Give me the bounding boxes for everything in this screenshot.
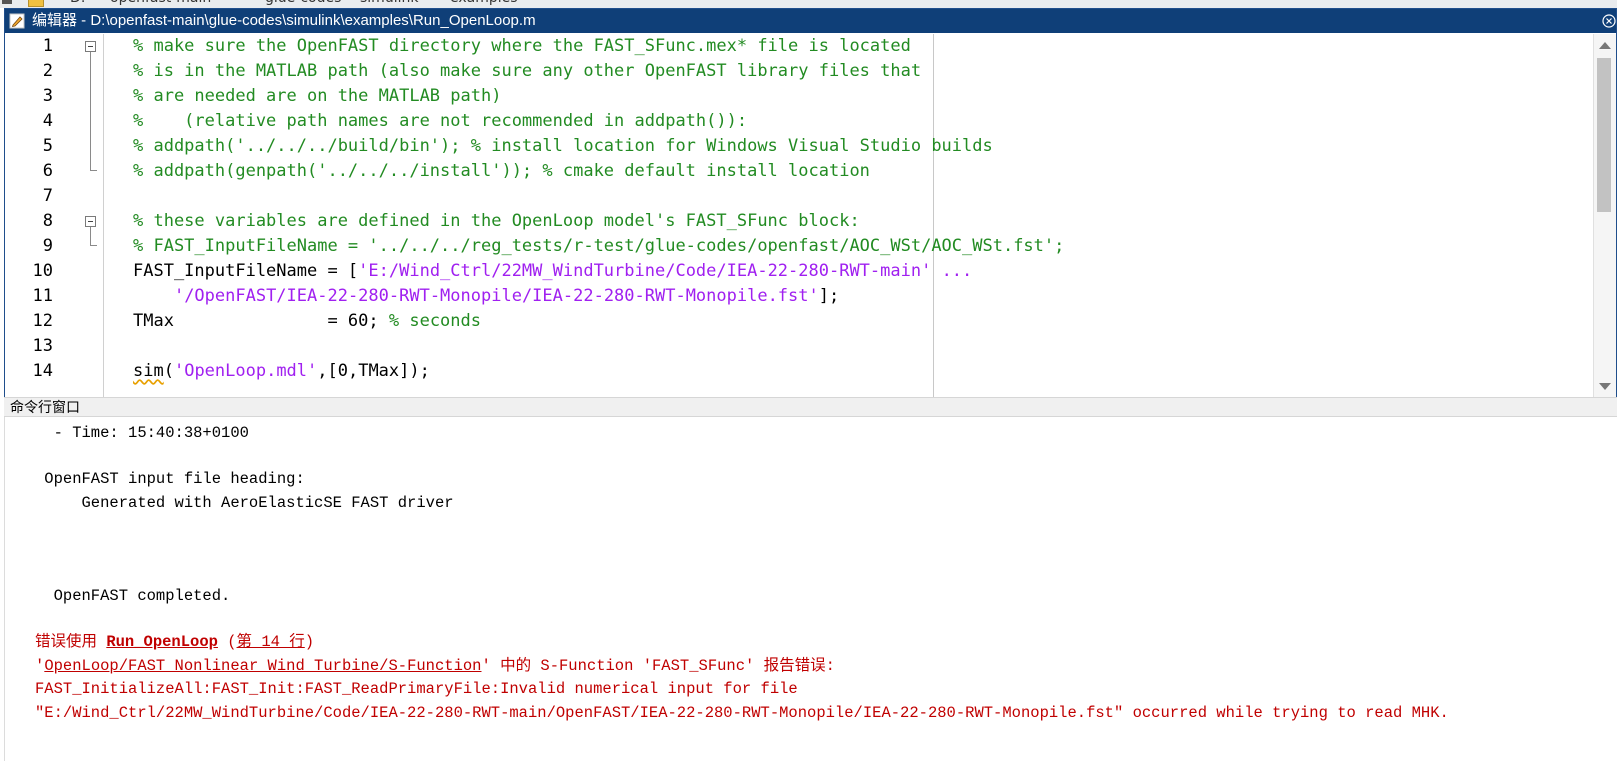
line-number: 12	[32, 311, 53, 331]
output-line: OpenFAST input file heading:	[35, 470, 305, 488]
code-line-14[interactable]: sim('OpenLoop.mdl',[0,TMax]);	[133, 359, 430, 384]
code-token: (	[163, 361, 174, 381]
close-icon[interactable]	[1602, 14, 1616, 28]
code-line-12[interactable]: TMax = 60; % seconds	[133, 309, 481, 334]
line-number: 2	[42, 61, 53, 81]
line-number: 4	[42, 111, 53, 131]
function-token: sim	[133, 361, 164, 381]
error-block-link[interactable]: OpenLoop/FAST Nonlinear Wind Turbine/S-F…	[44, 657, 481, 675]
line-number: 8	[42, 211, 53, 231]
error-line: 错误使用 Run_OpenLoop (第 14 行)	[35, 633, 314, 651]
fold-minus-icon[interactable]	[85, 41, 96, 52]
path-segment[interactable]: glue-codes	[265, 0, 341, 6]
folder-icon[interactable]	[28, 0, 44, 7]
error-line: FAST_InitializeAll:FAST_Init:FAST_ReadPr…	[35, 680, 798, 698]
code-line-3[interactable]: % are needed are on the MATLAB path)	[133, 84, 501, 109]
editor-pencil-icon	[9, 13, 25, 29]
error-line-link[interactable]: 第 14 行	[237, 633, 305, 651]
string-token: '/OpenFAST/IEA-22-280-RWT-Monopile/IEA-2…	[173, 286, 819, 306]
scroll-down-arrow-icon[interactable]	[1599, 383, 1611, 390]
code-token: ,[0,TMax]);	[317, 361, 430, 381]
code-area[interactable]: 1 2 3 4 5 6 7 8 9 10 11 12 13 14 % make …	[5, 34, 1594, 398]
code-token: FAST_InputFileName = [	[133, 261, 359, 281]
editor-vertical-scrollbar[interactable]	[1593, 34, 1616, 398]
string-token: 'OpenLoop.mdl'	[173, 361, 318, 381]
editor-title: 编辑器 - D:\openfast-main\glue-codes\simuli…	[32, 12, 536, 29]
line-number: 10	[32, 261, 53, 281]
command-window-header[interactable]: 命令行窗口	[4, 397, 1617, 417]
line-number: 11	[32, 286, 53, 306]
output-line: OpenFAST completed.	[35, 587, 231, 605]
code-line-5[interactable]: % addpath('../../../build/bin'); % insta…	[133, 134, 993, 159]
code-token: TMax = 60;	[133, 311, 389, 331]
code-line-10[interactable]: FAST_InputFileName = ['E:/Wind_Ctrl/22MW…	[133, 259, 972, 284]
path-segment[interactable]: simulink	[360, 0, 418, 6]
command-window[interactable]: - Time: 15:40:38+0100 OpenFAST input fil…	[4, 417, 1617, 761]
editor-title-bar[interactable]: 编辑器 - D:\openfast-main\glue-codes\simuli…	[5, 9, 1616, 33]
code-line-4[interactable]: % (relative path names are not recommend…	[133, 109, 747, 134]
fold-end	[90, 245, 97, 246]
scroll-up-arrow-icon[interactable]	[1599, 42, 1611, 49]
editor-panel: 编辑器 - D:\openfast-main\glue-codes\simuli…	[4, 8, 1617, 399]
line-number: 9	[42, 236, 53, 256]
command-window-title: 命令行窗口	[10, 399, 80, 415]
line-number: 14	[32, 361, 53, 381]
fold-minus-icon[interactable]	[85, 216, 96, 227]
line-number: 7	[42, 186, 53, 206]
fold-line	[90, 227, 91, 245]
string-token: 'E:/Wind_Ctrl/22MW_WindTurbine/Code/IEA-…	[358, 261, 932, 281]
error-text: 错误使用	[35, 633, 107, 651]
continuation-token: ...	[931, 261, 973, 281]
path-segment[interactable]: examples	[450, 0, 518, 6]
line-number-gutter: 1 2 3 4 5 6 7 8 9 10 11 12 13 14	[5, 34, 104, 398]
line-number: 3	[42, 86, 53, 106]
line-number: 13	[32, 336, 53, 356]
right-text-limit-line	[933, 34, 934, 398]
scrollbar-thumb[interactable]	[1597, 58, 1611, 212]
error-file-link[interactable]: Run_OpenLoop	[106, 633, 218, 651]
line-number: 5	[42, 136, 53, 156]
fold-line	[90, 52, 91, 170]
line-number: 6	[42, 161, 53, 181]
code-line-2[interactable]: % is in the MATLAB path (also make sure …	[133, 59, 921, 84]
error-line: "E:/Wind_Ctrl/22MW_WindTurbine/Code/IEA-…	[35, 704, 1449, 722]
path-segment[interactable]: D:	[70, 0, 86, 6]
code-line-9[interactable]: % FAST_InputFileName = '../../../reg_tes…	[133, 234, 1064, 259]
code-line-1[interactable]: % make sure the OpenFAST directory where…	[133, 34, 911, 59]
code-token: ];	[818, 286, 840, 306]
fold-end	[90, 170, 97, 171]
error-line: 'OpenLoop/FAST Nonlinear Wind Turbine/S-…	[35, 657, 835, 675]
output-line: Generated with AeroElasticSE FAST driver	[35, 494, 454, 512]
code-line-11[interactable]: '/OpenFAST/IEA-22-280-RWT-Monopile/IEA-2…	[133, 284, 839, 309]
output-line: - Time: 15:40:38+0100	[35, 424, 249, 442]
error-text: )	[304, 633, 315, 651]
top-path-remnant: D: openfast-main glue-codes simulink exa…	[0, 0, 1617, 8]
error-text: ' 中的 S-Function 'FAST_SFunc' 报告错误:	[481, 657, 835, 675]
line-number: 1	[42, 36, 53, 56]
path-segment[interactable]: openfast-main	[110, 0, 211, 6]
comment-token: % seconds	[388, 311, 481, 331]
code-line-8[interactable]: % these variables are defined in the Ope…	[133, 209, 860, 234]
code-line-6[interactable]: % addpath(genpath('../../../install')); …	[133, 159, 870, 184]
error-text: (	[217, 633, 237, 651]
folder-up-icon[interactable]	[2, 0, 12, 4]
error-text: '	[35, 657, 45, 675]
